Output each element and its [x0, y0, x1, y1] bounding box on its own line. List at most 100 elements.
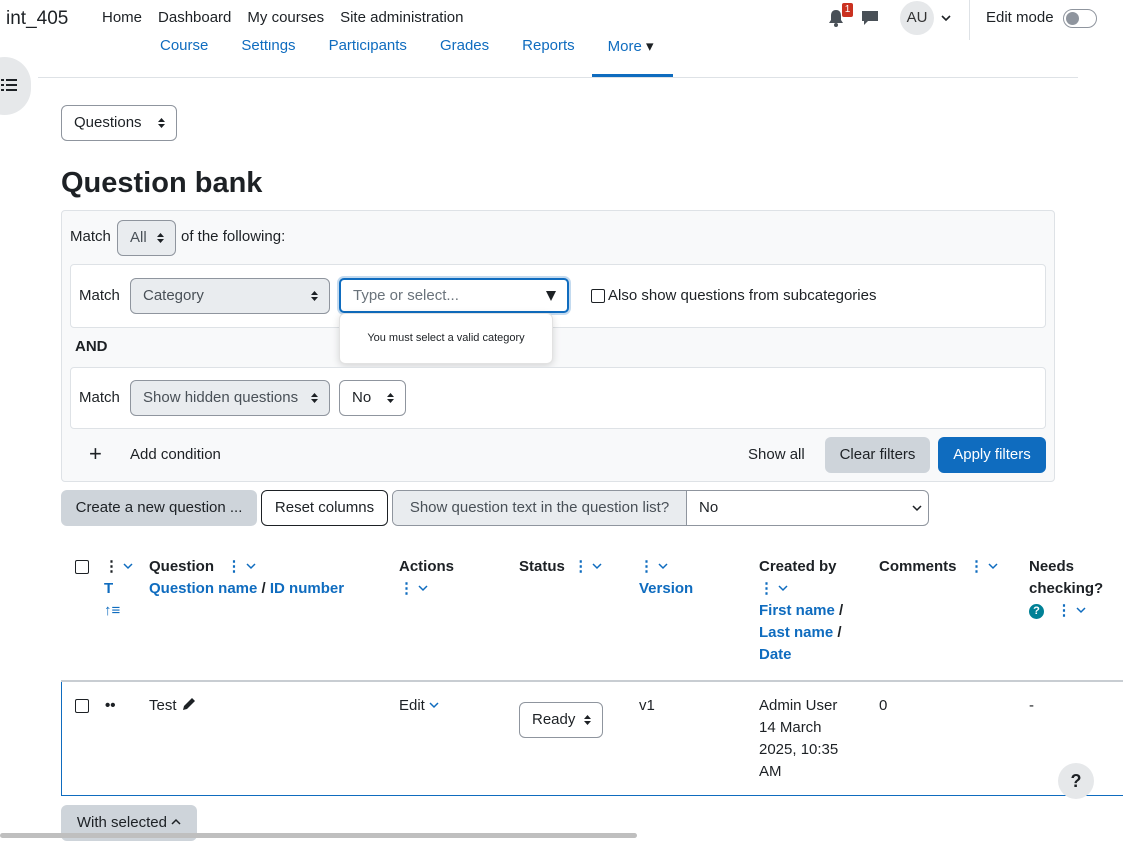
column-menu-icon[interactable]: ⋮ [759, 580, 774, 597]
column-menu-icon[interactable]: ⋮ [573, 558, 588, 575]
tab-grades[interactable]: Grades [440, 40, 489, 55]
match-label: Match [70, 228, 111, 245]
sort-question-name-link[interactable]: Question name [149, 580, 257, 597]
needs-checking-column-header: Needs checking? ? ⋮ [1029, 558, 1104, 619]
show-question-text-group: Show question text in the question list?… [392, 490, 929, 526]
match-all-select[interactable]: All [117, 220, 176, 256]
nav-site-administration[interactable]: Site administration [340, 9, 463, 26]
tab-participants[interactable]: Participants [329, 40, 407, 55]
chevron-down-icon[interactable] [418, 583, 428, 593]
sort-date-link[interactable]: Date [759, 646, 792, 663]
dropdown-triangle-icon[interactable] [545, 290, 557, 302]
edit-menu-link[interactable]: Edit [399, 695, 439, 717]
chevron-down-icon[interactable] [123, 561, 133, 571]
reset-columns-button[interactable]: Reset columns [261, 490, 388, 526]
column-menu-icon[interactable]: ⋮ [399, 580, 414, 597]
type-column-header: ⋮ T ↑≡ [104, 556, 133, 622]
chevron-down-icon[interactable] [429, 700, 439, 710]
questions-select[interactable]: Questions [61, 105, 177, 141]
select-arrows-icon [311, 291, 318, 301]
column-menu-icon[interactable]: ⋮ [1057, 602, 1072, 619]
primary-navigation: Home Dashboard My courses Site administr… [102, 9, 464, 26]
condition-field-select[interactable]: Show hidden questions [130, 380, 330, 416]
edit-mode-toggle[interactable] [1063, 9, 1097, 28]
help-icon[interactable]: ? [1029, 603, 1044, 619]
chevron-down-icon[interactable] [988, 561, 998, 571]
help-button[interactable]: ? [1058, 763, 1094, 799]
chevron-down-icon[interactable] [778, 583, 788, 593]
actions-column-header: Actions ⋮ [399, 558, 455, 597]
horizontal-scrollbar[interactable] [0, 833, 637, 838]
column-menu-icon[interactable]: ⋮ [969, 558, 984, 575]
comments-count-link[interactable]: 0 [879, 695, 887, 717]
edit-mode-label: Edit mode [986, 9, 1054, 26]
sort-by-type-link[interactable]: T [104, 580, 113, 597]
select-arrows-icon [157, 233, 164, 243]
navbar-divider [969, 0, 970, 40]
chevron-down-icon[interactable] [658, 561, 668, 571]
apply-filters-button[interactable]: Apply filters [938, 437, 1046, 473]
row-select-checkbox[interactable] [75, 699, 89, 713]
table-row [61, 682, 1123, 796]
tab-settings[interactable]: Settings [241, 40, 295, 55]
sort-first-name-link[interactable]: First name [759, 602, 835, 619]
tab-course[interactable]: Course [160, 40, 208, 55]
column-menu-icon[interactable]: ⋮ [104, 558, 119, 575]
chevron-down-icon[interactable] [246, 561, 256, 571]
chevron-down-icon[interactable] [592, 561, 602, 571]
column-menu-icon[interactable]: ⋮ [639, 558, 654, 575]
hidden-questions-value-select[interactable]: No [339, 380, 406, 416]
page-title: Question bank [61, 167, 263, 199]
tab-reports[interactable]: Reports [522, 40, 575, 55]
of-following-label: of the following: [181, 228, 286, 245]
secondary-nav-border [38, 77, 1078, 78]
show-question-text-label: Show question text in the question list? [393, 491, 687, 525]
condition-match-label: Match [79, 287, 120, 304]
version-column-header: ⋮ Version [639, 556, 693, 600]
and-label: AND [75, 338, 108, 355]
chevron-down-icon[interactable] [912, 503, 922, 513]
create-new-question-button[interactable]: Create a new question ... [61, 490, 257, 526]
sort-version-link[interactable]: Version [639, 580, 693, 597]
status-column-header: Status ⋮ [519, 556, 602, 578]
sort-last-name-link[interactable]: Last name [759, 624, 833, 641]
add-condition-button[interactable]: Add condition [130, 446, 221, 463]
add-condition-plus-icon[interactable]: + [89, 443, 102, 465]
subcategories-label: Also show questions from subcategories [608, 287, 877, 304]
select-arrows-icon [584, 715, 591, 725]
chevron-down-icon[interactable] [1076, 605, 1086, 615]
category-autocomplete-input[interactable]: Type or select... [339, 278, 569, 313]
user-avatar[interactable]: AU [900, 1, 934, 35]
sort-id-number-link[interactable]: ID number [270, 580, 344, 597]
nav-my-courses[interactable]: My courses [247, 9, 324, 26]
chevron-up-icon [171, 818, 181, 825]
tab-more[interactable]: More ▾ [608, 40, 654, 55]
sort-ascending-icon[interactable]: ↑≡ [104, 602, 120, 619]
subcategories-checkbox[interactable] [591, 289, 605, 303]
question-name[interactable]: Test [149, 695, 197, 717]
column-menu-icon[interactable]: ⋮ [227, 558, 242, 575]
notification-count-badge: 1 [842, 3, 853, 17]
select-all-checkbox[interactable] [75, 560, 89, 574]
select-arrows-icon [158, 118, 165, 128]
nav-home[interactable]: Home [102, 9, 142, 26]
needs-checking-value: - [1029, 697, 1034, 714]
top-navbar: int_405 Home Dashboard My courses Site a… [0, 0, 1123, 40]
question-type-icon: •• [105, 697, 116, 714]
select-arrows-icon [311, 393, 318, 403]
created-by-column-header: Created by ⋮ First name / Last name / Da… [759, 558, 844, 663]
clear-filters-button[interactable]: Clear filters [825, 437, 930, 473]
show-all-button[interactable]: Show all [748, 446, 805, 463]
pencil-icon[interactable] [181, 696, 197, 712]
list-icon [1, 79, 17, 91]
messages-icon[interactable] [860, 9, 880, 27]
condition-field-select[interactable]: Category [130, 278, 330, 314]
show-question-text-select[interactable]: No [699, 491, 718, 525]
chevron-down-icon[interactable] [940, 12, 952, 24]
site-name[interactable]: int_405 [6, 8, 68, 30]
condition-match-label: Match [79, 389, 120, 406]
created-by-info: Admin User 14 March 2025, 10:35 AM [759, 697, 839, 780]
nav-dashboard[interactable]: Dashboard [158, 9, 231, 26]
status-select[interactable]: Ready [519, 702, 603, 738]
validation-error-tooltip: You must select a valid category [339, 313, 553, 364]
